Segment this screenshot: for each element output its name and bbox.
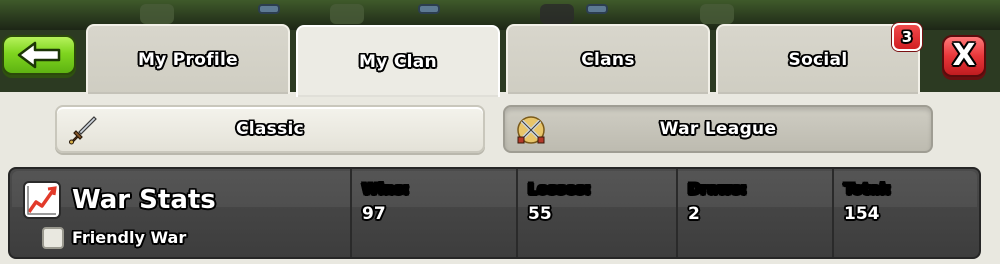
scenery-building [586,4,608,14]
scenery-building [258,4,280,14]
stat-label: Losses: [528,180,591,198]
friendly-war-label: Friendly War [72,228,187,247]
notification-count: 3 [901,28,913,46]
subtab-war-league[interactable]: War League [503,105,933,153]
back-button[interactable] [2,35,76,75]
close-icon: X [952,38,976,73]
scenery-building [418,4,440,14]
subtab-label: War League [659,119,777,139]
stat-label: Draws: [688,180,747,198]
notification-badge: 3 [892,23,922,51]
tab-my-clan[interactable]: My Clan [296,25,500,97]
tab-label: Social [788,50,848,70]
close-button[interactable]: X [942,35,986,77]
subtab-classic[interactable]: Classic [55,105,485,153]
chart-icon [23,181,61,219]
tab-social[interactable]: Social [716,24,920,94]
stat-value: 154 [844,204,880,224]
scenery-rock [540,4,574,24]
tab-my-profile[interactable]: My Profile [86,24,290,94]
stat-label: Wins: [362,180,410,198]
stat-value: 55 [528,204,552,224]
stat-wins: Wins: 97 [350,169,516,257]
tab-clans[interactable]: Clans [506,24,710,94]
scenery-bush [330,4,364,24]
war-stats-bar: War Stats Friendly War Wins: 97 Losses: … [8,167,981,259]
stat-label: Total: [844,180,891,198]
stat-losses: Losses: 55 [516,169,676,257]
tab-label: My Profile [137,50,239,70]
arrow-left-icon [17,41,61,69]
tab-label: Clans [581,50,635,70]
friendly-war-checkbox[interactable] [42,227,64,249]
war-stats-title: War Stats [72,185,216,215]
scenery-bush [700,4,734,24]
stat-total: Total: 154 [832,169,979,257]
crossed-swords-icon [517,116,545,144]
sword-icon [69,116,97,145]
stat-value: 2 [688,204,700,224]
scenery-bush [140,4,174,24]
stat-draws: Draws: 2 [676,169,832,257]
subtab-label: Classic [235,119,305,139]
tab-label: My Clan [359,52,437,72]
stat-value: 97 [362,204,386,224]
